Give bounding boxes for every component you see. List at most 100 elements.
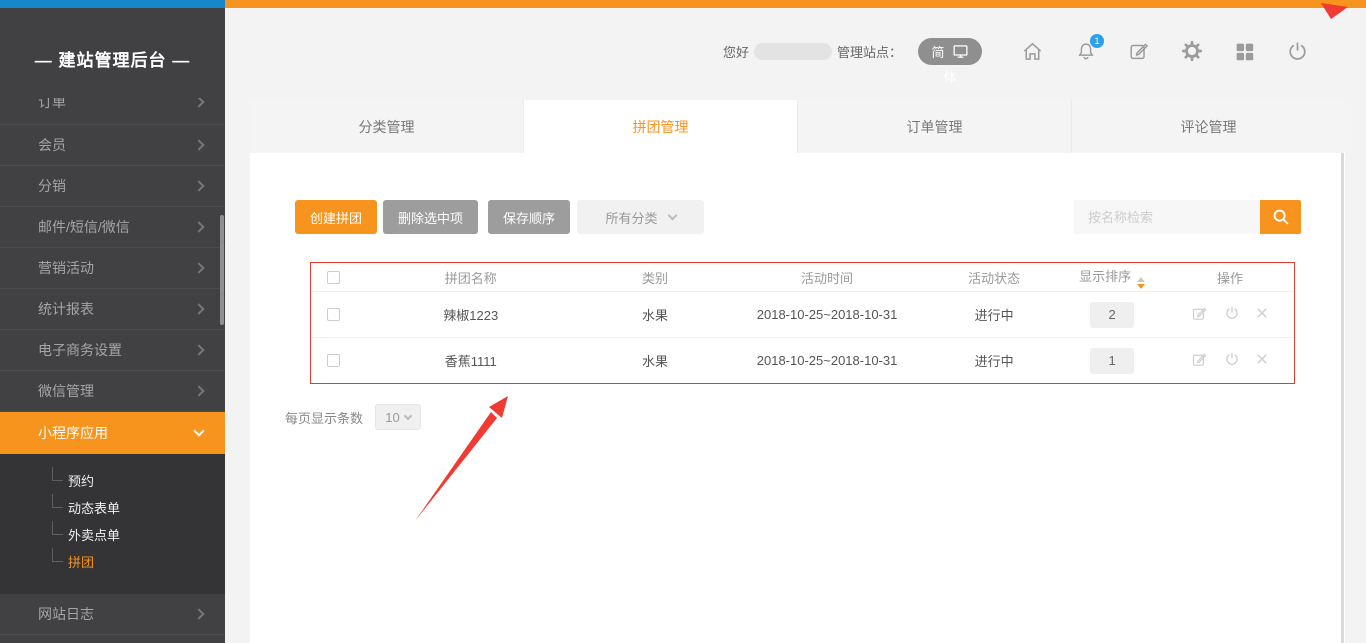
sort-value[interactable]: 2 <box>1090 302 1134 328</box>
sidebar-item-wechat-management[interactable]: 微信管理 <box>0 371 225 412</box>
notification-badge: 1 <box>1090 34 1104 48</box>
sidebar-scrollbar[interactable] <box>220 215 224 325</box>
search-button[interactable] <box>1260 200 1301 234</box>
tab-label: 评论管理 <box>1181 117 1237 137</box>
sidebar-item-label: 微信管理 <box>38 381 94 401</box>
save-order-button[interactable]: 保存顺序 <box>488 200 570 234</box>
create-groupbuy-button[interactable]: 创建拼团 <box>295 200 377 234</box>
sidebar-item-ecommerce-settings[interactable]: 电子商务设置 <box>0 330 225 371</box>
table-row: 辣椒1223 水果 2018-10-25~2018-10-31 进行中 2 <box>311 291 1294 337</box>
sidebar-item-statistics[interactable]: 统计报表 <box>0 289 225 330</box>
home-icon[interactable] <box>1021 40 1044 63</box>
chevron-down-icon <box>404 411 412 419</box>
per-page-value: 10 <box>385 410 399 425</box>
search-input[interactable] <box>1074 200 1260 234</box>
sidebar-subitem-groupbuy[interactable]: 拼团 <box>0 549 225 576</box>
lang-secondary-text: 体 <box>918 67 982 86</box>
chevron-right-icon <box>193 303 204 314</box>
tree-line <box>52 548 63 562</box>
sort-arrows-icon[interactable] <box>1137 277 1145 289</box>
tab-label: 订单管理 <box>907 117 963 137</box>
sidebar-item-marketing[interactable]: 营销活动 <box>0 248 225 289</box>
compose-icon[interactable] <box>1128 40 1150 62</box>
sidebar-item-label: 统计报表 <box>38 299 94 319</box>
tab-category-management[interactable]: 分类管理 <box>250 100 524 153</box>
gear-icon[interactable] <box>1181 40 1203 62</box>
tab-order-management[interactable]: 订单管理 <box>798 100 1072 153</box>
greeting-text: 您好 <box>723 42 749 61</box>
col-header-sort-label: 显示排序 <box>1079 269 1131 284</box>
per-page-label: 每页显示条数 <box>285 408 363 427</box>
delete-selected-button[interactable]: 删除选中项 <box>383 200 478 234</box>
tab-label: 拼团管理 <box>633 117 689 137</box>
chevron-right-icon <box>193 608 204 619</box>
row-checkbox[interactable] <box>327 308 340 321</box>
power-icon[interactable] <box>1224 351 1240 370</box>
col-header-sort[interactable]: 显示排序 <box>1058 266 1166 289</box>
sidebar-item-label: 网站日志 <box>38 604 94 624</box>
language-pill[interactable]: 简 <box>918 38 982 65</box>
bell-icon[interactable]: 1 <box>1075 40 1097 62</box>
chevron-right-icon <box>193 98 204 108</box>
sidebar-item-distribution[interactable]: 分销 <box>0 166 225 207</box>
sort-value[interactable]: 1 <box>1090 348 1134 374</box>
col-header-time: 活动时间 <box>724 268 930 287</box>
content-scrollbar[interactable] <box>1341 153 1344 643</box>
per-page-select[interactable]: 10 <box>375 404 421 430</box>
sidebar: — 建站管理后台 — 订单 会员 分销 邮件/短信/微信 营销活动 统计报表 电… <box>0 8 225 643</box>
chevron-down-icon <box>193 425 204 436</box>
cell-status: 进行中 <box>930 305 1058 324</box>
sidebar-item-label: 小程序应用 <box>38 423 108 443</box>
col-header-name: 拼团名称 <box>355 268 586 287</box>
close-icon[interactable] <box>1255 352 1269 369</box>
chevron-right-icon <box>193 344 204 355</box>
cell-category: 水果 <box>586 351 724 370</box>
tab-bar: 分类管理 拼团管理 订单管理 评论管理 <box>250 100 1345 153</box>
category-filter-label: 所有分类 <box>605 208 657 227</box>
cell-status: 进行中 <box>930 351 1058 370</box>
cell-time: 2018-10-25~2018-10-31 <box>724 307 930 322</box>
power-icon[interactable] <box>1224 305 1240 324</box>
sidebar-item-miniprogram-apps[interactable]: 小程序应用 <box>0 412 225 454</box>
select-all-checkbox[interactable] <box>327 271 340 284</box>
chevron-right-icon <box>193 221 204 232</box>
sidebar-subitem-booking[interactable]: 预约 <box>0 468 225 495</box>
monitor-icon <box>952 43 969 60</box>
sidebar-item-mail-sms-wechat[interactable]: 邮件/短信/微信 <box>0 207 225 248</box>
sidebar-menu: 订单 会员 分销 邮件/短信/微信 营销活动 统计报表 电子商务设置 微信管理 <box>0 98 225 643</box>
sidebar-item-label: 营销活动 <box>38 258 94 278</box>
power-icon[interactable] <box>1286 40 1309 63</box>
table-header-row: 拼团名称 类别 活动时间 活动状态 显示排序 操作 <box>311 263 1294 291</box>
sidebar-item-label: 会员 <box>38 135 66 155</box>
chevron-right-icon <box>193 385 204 396</box>
tree-line <box>52 467 63 481</box>
sidebar-item-site-logs[interactable]: 网站日志 <box>0 594 225 635</box>
cell-name: 辣椒1223 <box>355 305 586 324</box>
close-icon[interactable] <box>1255 306 1269 323</box>
edit-icon[interactable] <box>1191 351 1208 371</box>
col-header-status: 活动状态 <box>930 268 1058 287</box>
sidebar-item-orders[interactable]: 订单 <box>0 98 225 125</box>
sidebar-subitem-takeout-order[interactable]: 外卖点单 <box>0 522 225 549</box>
col-header-ops: 操作 <box>1166 268 1294 287</box>
tab-comment-management[interactable]: 评论管理 <box>1072 100 1345 153</box>
per-page-control: 每页显示条数 10 <box>285 404 421 430</box>
tab-label: 分类管理 <box>359 117 415 137</box>
cell-category: 水果 <box>586 305 724 324</box>
edit-icon[interactable] <box>1191 305 1208 325</box>
sidebar-item-label: 电子商务设置 <box>38 340 122 360</box>
language-switcher[interactable]: 简 体 <box>918 38 982 65</box>
tab-groupbuy-management[interactable]: 拼团管理 <box>524 100 798 153</box>
category-filter-dropdown[interactable]: 所有分类 <box>577 200 704 234</box>
app-title: — 建站管理后台 — <box>0 8 225 71</box>
search-icon <box>1270 206 1292 228</box>
apps-grid-icon[interactable] <box>1234 41 1255 62</box>
cell-name: 香蕉1111 <box>355 351 586 370</box>
sidebar-item-members[interactable]: 会员 <box>0 125 225 166</box>
row-checkbox[interactable] <box>327 354 340 367</box>
cell-time: 2018-10-25~2018-10-31 <box>724 353 930 368</box>
topbar-orange-strip <box>225 0 1366 8</box>
sidebar-item-label: 邮件/短信/微信 <box>38 217 130 237</box>
sidebar-subitem-label: 动态表单 <box>68 501 120 516</box>
sidebar-subitem-dynamic-form[interactable]: 动态表单 <box>0 495 225 522</box>
